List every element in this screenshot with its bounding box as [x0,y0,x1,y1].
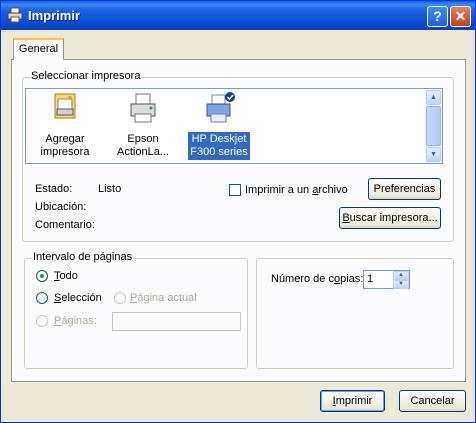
range-pages-radio [36,315,48,327]
range-pages-label: Páginas: [54,315,97,327]
print-to-file-label[interactable]: Imprimir a un archivo [245,184,348,196]
printer-label-line2: impresora [40,146,90,158]
range-current-page-label: Página actual [130,292,197,304]
range-current-page-radio [114,292,126,304]
printer-label-line1: HP Deskjet [191,133,247,145]
print-to-file-checkbox[interactable] [229,184,241,196]
printer-label-line1: Agregar [45,133,85,145]
status-value: Listo [98,183,122,195]
tab-general[interactable]: General [13,38,64,60]
window-title: Imprimir [28,8,81,23]
find-printer-button[interactable]: Buscar impresora... [339,207,441,229]
copies-label: Número de copias: [271,273,364,285]
cancel-button[interactable]: Cancelar [399,390,466,412]
help-button[interactable]: ? [427,6,448,27]
printer-list[interactable]: Agregar impresora Epson ActionLa... HP D… [25,88,443,164]
comment-label: Comentario: [35,219,95,231]
printer-label-line1: Epson [127,133,159,145]
copies-up-icon[interactable]: ▲ [393,271,409,280]
print-button[interactable]: Imprimir [320,390,385,412]
printer-item-epson[interactable]: Epson ActionLa... [108,89,178,160]
range-all-label[interactable]: Todo [54,270,78,282]
page-range-label: Intervalo de páginas [32,251,134,263]
print-dialog: Imprimir ? ✕ General Seleccionar impreso… [0,0,476,423]
pages-input [112,312,241,331]
close-button[interactable]: ✕ [450,6,471,27]
printer-icon [7,7,23,23]
copies-value: 1 [367,273,374,285]
printer-label-line2: ActionLa... [117,146,169,158]
range-all-radio[interactable] [36,270,48,282]
printer-item-hp[interactable]: HP Deskjet F300 series [184,89,254,160]
printer-item-add[interactable]: Agregar impresora [30,89,100,160]
range-selection-radio[interactable] [36,292,48,304]
scroll-thumb[interactable] [426,106,441,146]
add-printer-icon [54,93,76,119]
printer-label-line2: F300 series [190,146,248,158]
printer-icon [130,93,156,123]
copies-down-icon[interactable]: ▼ [393,280,409,289]
printer-list-scrollbar[interactable]: ▲ ▼ [425,89,442,163]
status-label: Estado: [35,183,73,195]
range-selection-label[interactable]: Selección [54,292,102,304]
scroll-up-icon[interactable]: ▲ [426,90,441,105]
printer-group-label: Seleccionar impresora [30,70,142,82]
location-label: Ubicación: [35,201,87,213]
default-printer-icon [206,92,235,123]
preferences-button[interactable]: Preferencias [368,178,441,200]
scroll-down-icon[interactable]: ▼ [426,147,441,162]
title-bar[interactable]: Imprimir ? ✕ [1,1,475,30]
